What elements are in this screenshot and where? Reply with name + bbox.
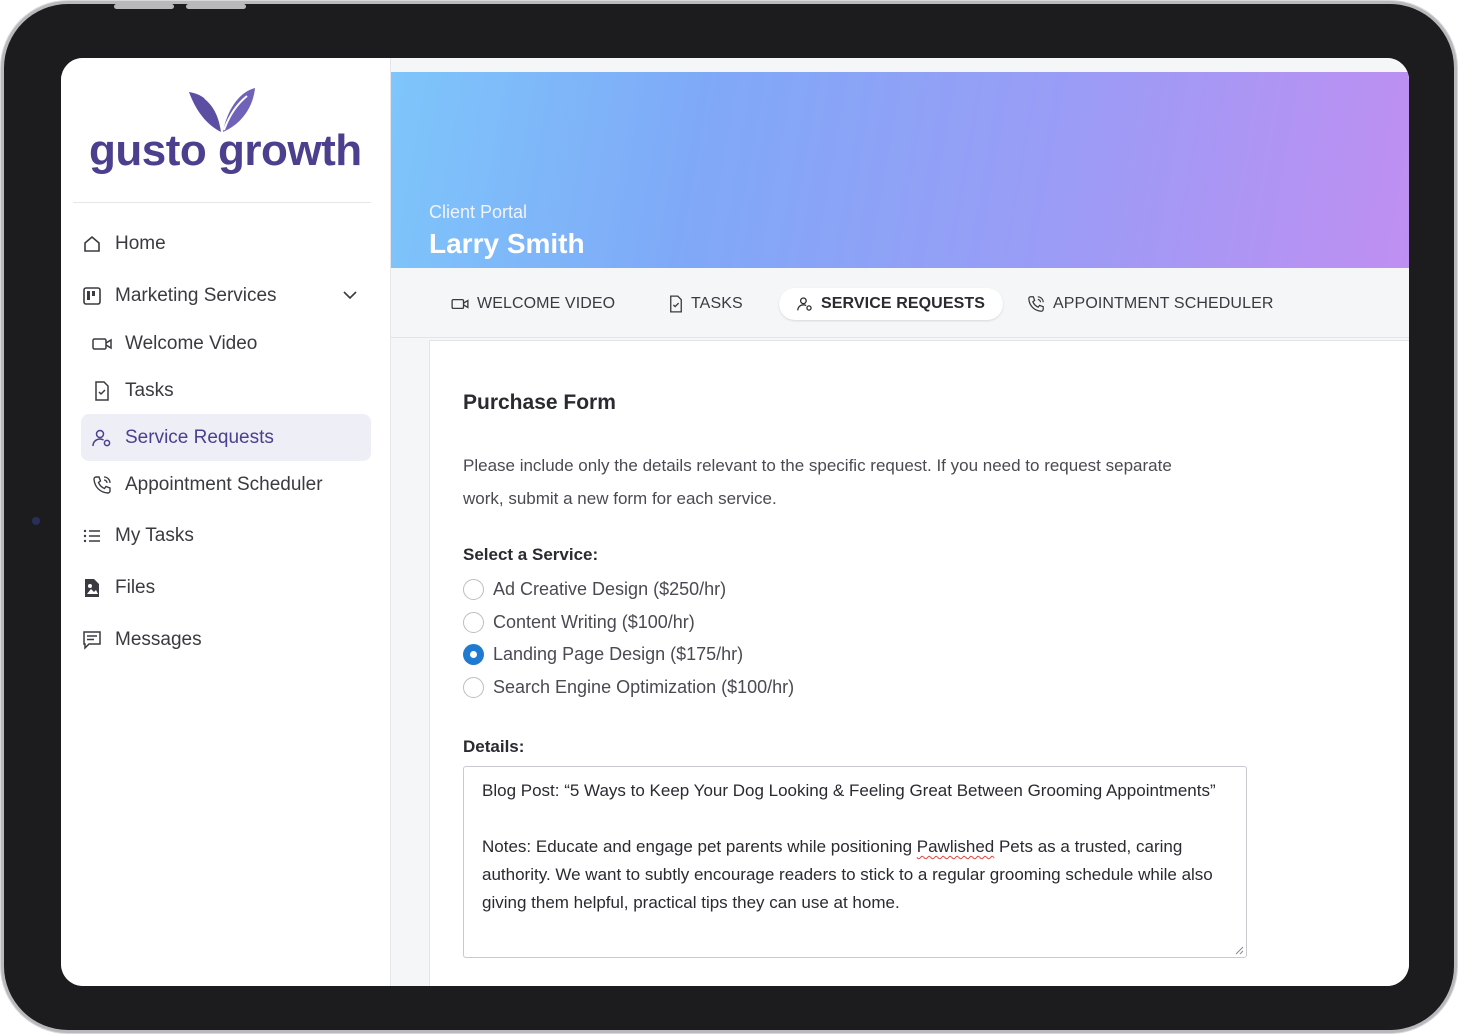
sidebar-item-label: Appointment Scheduler (125, 473, 323, 495)
details-textarea[interactable]: Blog Post: “5 Ways to Keep Your Dog Look… (463, 766, 1247, 958)
phone-icon (1027, 295, 1045, 313)
sidebar-item-service-requests[interactable]: Service Requests (81, 414, 371, 461)
tab-label: APPOINTMENT SCHEDULER (1053, 295, 1274, 312)
sidebar-item-home[interactable]: Home (81, 220, 371, 268)
tab-welcome-video[interactable]: WELCOME VIDEO (433, 288, 633, 320)
tab-appointment-scheduler[interactable]: APPOINTMENT SCHEDULER (1009, 288, 1292, 320)
messages-icon (81, 629, 103, 651)
form-title: Purchase Form (463, 391, 616, 414)
service-option-label: Ad Creative Design ($250/hr) (493, 578, 727, 599)
radio-button[interactable] (463, 611, 484, 633)
phone-icon (91, 474, 113, 496)
tab-label: WELCOME VIDEO (477, 295, 616, 312)
service-option-label: Search Engine Optimization ($100/hr) (493, 676, 795, 697)
radio-button-selected[interactable] (463, 644, 484, 666)
main-content: Client Portal Larry Smith WELCOME VIDEO … (391, 58, 1409, 986)
details-line: Blog Post: “5 Ways to Keep Your Dog Look… (482, 781, 1216, 800)
list-icon (81, 525, 103, 547)
purchase-form-card: Purchase Form Please include only the de… (429, 340, 1409, 986)
service-option[interactable]: Search Engine Optimization ($100/hr) (463, 671, 794, 704)
brand-logo[interactable]: gusto growth (89, 86, 362, 186)
sidebar-divider (73, 202, 371, 203)
tab-bar: WELCOME VIDEO TASKS SERVICE REQUESTS APP… (391, 268, 1409, 338)
tablet-frame: gusto growth Home Marketing Services Wel… (4, 4, 1454, 1030)
resize-handle-icon[interactable] (1234, 945, 1244, 955)
service-option[interactable]: Ad Creative Design ($250/hr) (463, 573, 794, 606)
sidebar-item-label: Files (115, 577, 156, 598)
video-icon (91, 333, 113, 355)
tab-label: TASKS (691, 295, 743, 312)
service-select-label: Select a Service: (463, 545, 599, 564)
hardware-button (114, 4, 174, 9)
service-option-label: Landing Page Design ($175/hr) (493, 644, 744, 665)
radio-button[interactable] (463, 676, 484, 698)
service-option-label: Content Writing ($100/hr) (493, 611, 695, 632)
chevron-down-icon[interactable] (341, 286, 359, 304)
user-gear-icon (91, 427, 113, 449)
sidebar-item-messages[interactable]: Messages (81, 616, 371, 664)
tab-tasks[interactable]: TASKS (651, 288, 761, 320)
sidebar-item-label: Tasks (125, 379, 174, 401)
service-radio-group: Ad Creative Design ($250/hr) Content Wri… (463, 573, 794, 704)
video-icon (451, 297, 469, 311)
screen: gusto growth Home Marketing Services Wel… (61, 58, 1409, 986)
task-doc-icon (91, 380, 113, 402)
sidebar-item-marketing-services[interactable]: Marketing Services (81, 272, 371, 320)
form-description: Please include only the details relevant… (463, 456, 1172, 508)
kanban-icon (81, 285, 103, 307)
details-label: Details: (463, 737, 525, 756)
client-name: Larry Smith (429, 228, 585, 259)
hardware-button (186, 4, 246, 9)
camera-dot (32, 517, 40, 525)
misspelled-word: Pawlished (916, 837, 995, 856)
file-image-icon (81, 577, 103, 599)
sidebar: gusto growth Home Marketing Services Wel… (61, 58, 391, 986)
tab-label: SERVICE REQUESTS (821, 295, 986, 312)
sidebar-nav: Home Marketing Services Welcome Video Ta… (81, 220, 371, 664)
details-notes: Notes: Educate and engage pet parents wh… (482, 837, 1213, 912)
sidebar-item-my-tasks[interactable]: My Tasks (81, 512, 371, 560)
tab-service-requests[interactable]: SERVICE REQUESTS (779, 288, 1004, 320)
sidebar-item-label: My Tasks (115, 525, 194, 546)
service-option[interactable]: Landing Page Design ($175/hr) (463, 638, 794, 671)
service-option[interactable]: Content Writing ($100/hr) (463, 606, 794, 639)
user-gear-icon (797, 296, 813, 312)
home-icon (81, 233, 103, 255)
sidebar-item-label: Welcome Video (125, 332, 258, 354)
sidebar-item-label: Service Requests (125, 426, 274, 448)
task-doc-icon (669, 295, 683, 313)
sidebar-item-welcome-video[interactable]: Welcome Video (81, 320, 371, 367)
sidebar-item-files[interactable]: Files (81, 564, 371, 612)
sidebar-item-label: Marketing Services (115, 285, 277, 306)
portal-subtitle: Client Portal (429, 202, 528, 222)
radio-button[interactable] (463, 578, 484, 600)
sidebar-item-tasks[interactable]: Tasks (81, 367, 371, 414)
sidebar-item-appointment-scheduler[interactable]: Appointment Scheduler (81, 461, 371, 508)
sidebar-item-label: Home (115, 233, 166, 254)
brand-wordmark: gusto growth (89, 126, 362, 175)
sidebar-item-label: Messages (115, 629, 202, 650)
header-banner: Client Portal Larry Smith (391, 72, 1409, 268)
